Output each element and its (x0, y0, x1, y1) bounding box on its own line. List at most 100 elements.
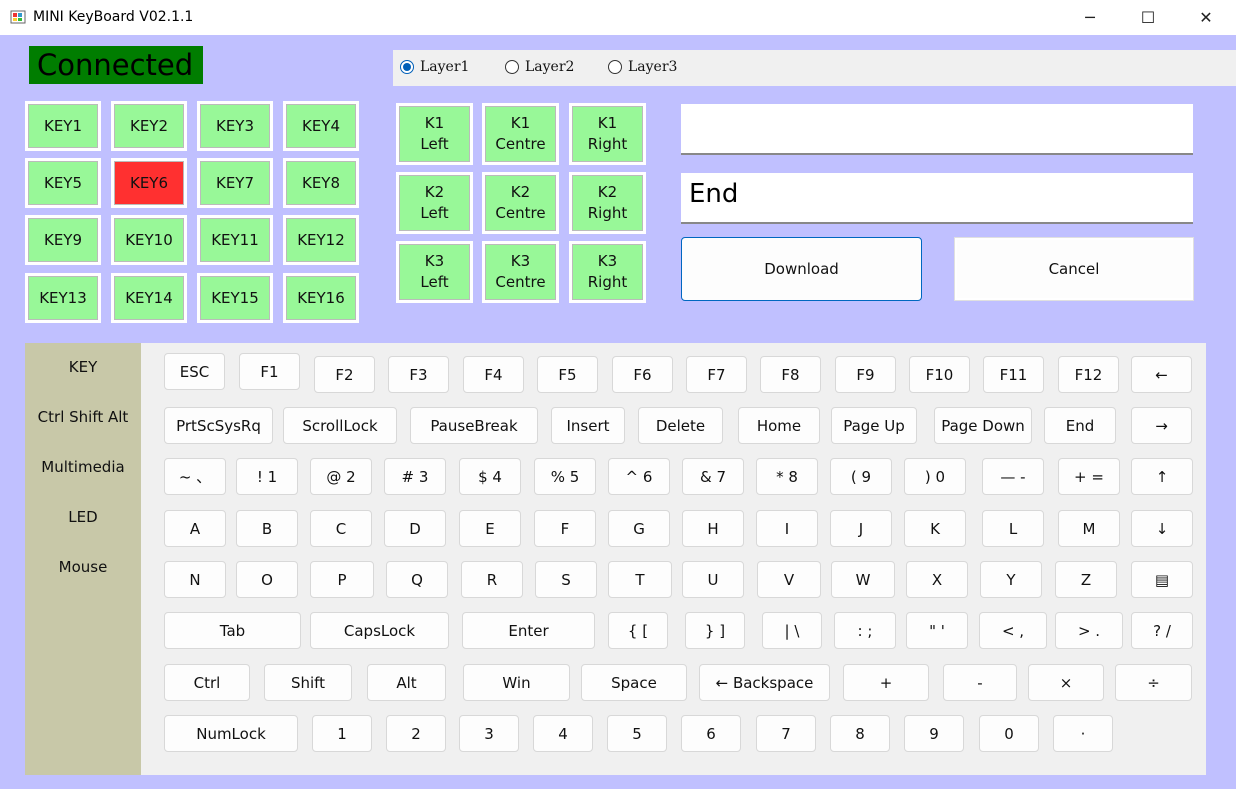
keyboard-key-row3-4[interactable]: # 3 (384, 458, 446, 495)
keyboard-key-row5-11[interactable]: X (906, 561, 968, 598)
keyboard-key-row8-2[interactable]: 1 (312, 715, 372, 752)
keyboard-key-row2-2[interactable]: ScrollLock (283, 407, 397, 444)
keyboard-key-row5-3[interactable]: P (310, 561, 374, 598)
keyboard-key-row2-7[interactable]: Page Up (831, 407, 917, 444)
keyboard-key-row4-1[interactable]: A (164, 510, 226, 547)
keyboard-key-row3-1[interactable]: ~ 、 (164, 458, 226, 495)
keyboard-key-row5-13[interactable]: Z (1055, 561, 1117, 598)
keyboard-key-row7-2[interactable]: Shift (264, 664, 352, 701)
macro-key-13[interactable]: KEY13 (25, 273, 101, 323)
keyboard-key-row1-14[interactable]: ← (1131, 356, 1192, 393)
keyboard-key-row3-7[interactable]: ^ 6 (608, 458, 670, 495)
keyboard-key-row5-9[interactable]: V (757, 561, 821, 598)
keyboard-key-row6-3[interactable]: Enter (462, 612, 595, 649)
keyboard-key-row3-12[interactable]: — - (982, 458, 1044, 495)
keyboard-key-row8-9[interactable]: 8 (830, 715, 890, 752)
maximize-button[interactable]: ☐ (1125, 0, 1171, 35)
category-key[interactable]: KEY (25, 358, 141, 376)
keyboard-key-row3-3[interactable]: @ 2 (310, 458, 372, 495)
keyboard-key-row1-11[interactable]: F10 (909, 356, 970, 393)
layer1-radio[interactable]: Layer1 (400, 59, 469, 75)
knob-button-4[interactable]: K2 Left (396, 172, 473, 234)
key-code-field[interactable] (681, 104, 1193, 155)
macro-key-14[interactable]: KEY14 (111, 273, 187, 323)
keyboard-key-row4-6[interactable]: F (534, 510, 596, 547)
macro-key-12[interactable]: KEY12 (283, 215, 359, 265)
keyboard-key-row4-12[interactable]: L (982, 510, 1044, 547)
minimize-button[interactable]: ─ (1067, 0, 1113, 35)
keyboard-key-row3-5[interactable]: $ 4 (459, 458, 521, 495)
macro-key-3[interactable]: KEY3 (197, 101, 273, 151)
keyboard-key-row6-10[interactable]: > . (1055, 612, 1123, 649)
keyboard-key-row2-8[interactable]: Page Down (934, 407, 1032, 444)
keyboard-key-row4-5[interactable]: E (459, 510, 521, 547)
keyboard-key-row5-6[interactable]: S (535, 561, 597, 598)
keyboard-key-row2-10[interactable]: → (1131, 407, 1192, 444)
keyboard-key-row7-8[interactable]: - (943, 664, 1017, 701)
keyboard-key-row2-9[interactable]: End (1044, 407, 1116, 444)
keyboard-key-row4-2[interactable]: B (236, 510, 298, 547)
macro-key-7[interactable]: KEY7 (197, 158, 273, 208)
keyboard-key-row8-11[interactable]: 0 (979, 715, 1039, 752)
keyboard-key-row7-9[interactable]: × (1028, 664, 1104, 701)
keyboard-key-row8-6[interactable]: 5 (607, 715, 667, 752)
keyboard-key-row7-1[interactable]: Ctrl (164, 664, 250, 701)
keyboard-key-row8-4[interactable]: 3 (459, 715, 519, 752)
keyboard-key-row4-11[interactable]: K (904, 510, 966, 547)
keyboard-key-row2-6[interactable]: Home (738, 407, 820, 444)
keyboard-key-row8-5[interactable]: 4 (533, 715, 593, 752)
keyboard-key-row3-10[interactable]: ( 9 (830, 458, 892, 495)
knob-button-2[interactable]: K1 Centre (482, 103, 559, 165)
layer2-radio[interactable]: Layer2 (505, 59, 574, 75)
keyboard-key-row1-10[interactable]: F9 (835, 356, 896, 393)
keyboard-key-row7-5[interactable]: Space (581, 664, 687, 701)
keyboard-key-row6-6[interactable]: | \ (762, 612, 822, 649)
macro-key-1[interactable]: KEY1 (25, 101, 101, 151)
keyboard-key-row6-8[interactable]: " ' (906, 612, 968, 649)
keyboard-key-row8-12[interactable]: · (1053, 715, 1113, 752)
macro-key-16[interactable]: KEY16 (283, 273, 359, 323)
keyboard-key-row4-9[interactable]: I (756, 510, 818, 547)
keyboard-key-row1-8[interactable]: F7 (686, 356, 747, 393)
keyboard-key-row3-6[interactable]: % 5 (534, 458, 596, 495)
keyboard-key-row6-11[interactable]: ? / (1131, 612, 1193, 649)
knob-button-7[interactable]: K3 Left (396, 241, 473, 303)
keyboard-key-row2-5[interactable]: Delete (638, 407, 723, 444)
knob-button-9[interactable]: K3 Right (569, 241, 646, 303)
keyboard-key-row8-1[interactable]: NumLock (164, 715, 298, 752)
keyboard-key-row1-2[interactable]: F1 (239, 353, 300, 390)
keyboard-key-row6-7[interactable]: : ; (834, 612, 896, 649)
keyboard-key-row3-2[interactable]: ! 1 (236, 458, 298, 495)
download-button[interactable]: Download (681, 237, 922, 301)
keyboard-key-row5-14[interactable]: ▤ (1131, 561, 1193, 598)
keyboard-key-row2-3[interactable]: PauseBreak (410, 407, 538, 444)
layer3-radio[interactable]: Layer3 (608, 59, 677, 75)
keyboard-key-row3-11[interactable]: ) 0 (904, 458, 966, 495)
macro-key-4[interactable]: KEY4 (283, 101, 359, 151)
keyboard-key-row6-9[interactable]: < , (979, 612, 1047, 649)
keyboard-key-row1-12[interactable]: F11 (983, 356, 1044, 393)
key-name-field[interactable]: End (681, 173, 1193, 224)
keyboard-key-row8-3[interactable]: 2 (386, 715, 446, 752)
cancel-button[interactable]: Cancel (954, 237, 1194, 301)
keyboard-key-row8-8[interactable]: 7 (756, 715, 816, 752)
knob-button-6[interactable]: K2 Right (569, 172, 646, 234)
keyboard-key-row3-8[interactable]: & 7 (682, 458, 744, 495)
keyboard-key-row4-13[interactable]: M (1058, 510, 1120, 547)
keyboard-key-row6-2[interactable]: CapsLock (310, 612, 449, 649)
category-ctrl-shift-alt[interactable]: Ctrl Shift Alt (25, 408, 141, 426)
keyboard-key-row1-7[interactable]: F6 (612, 356, 673, 393)
keyboard-key-row3-13[interactable]: + = (1058, 458, 1120, 495)
keyboard-key-row7-3[interactable]: Alt (367, 664, 446, 701)
keyboard-key-row5-2[interactable]: O (236, 561, 298, 598)
macro-key-6[interactable]: KEY6 (111, 158, 187, 208)
keyboard-key-row6-1[interactable]: Tab (164, 612, 301, 649)
keyboard-key-row8-7[interactable]: 6 (681, 715, 741, 752)
keyboard-key-row1-6[interactable]: F5 (537, 356, 598, 393)
knob-button-5[interactable]: K2 Centre (482, 172, 559, 234)
macro-key-2[interactable]: KEY2 (111, 101, 187, 151)
keyboard-key-row4-8[interactable]: H (682, 510, 744, 547)
keyboard-key-row5-8[interactable]: U (682, 561, 744, 598)
category-led[interactable]: LED (25, 508, 141, 526)
keyboard-key-row5-10[interactable]: W (831, 561, 895, 598)
